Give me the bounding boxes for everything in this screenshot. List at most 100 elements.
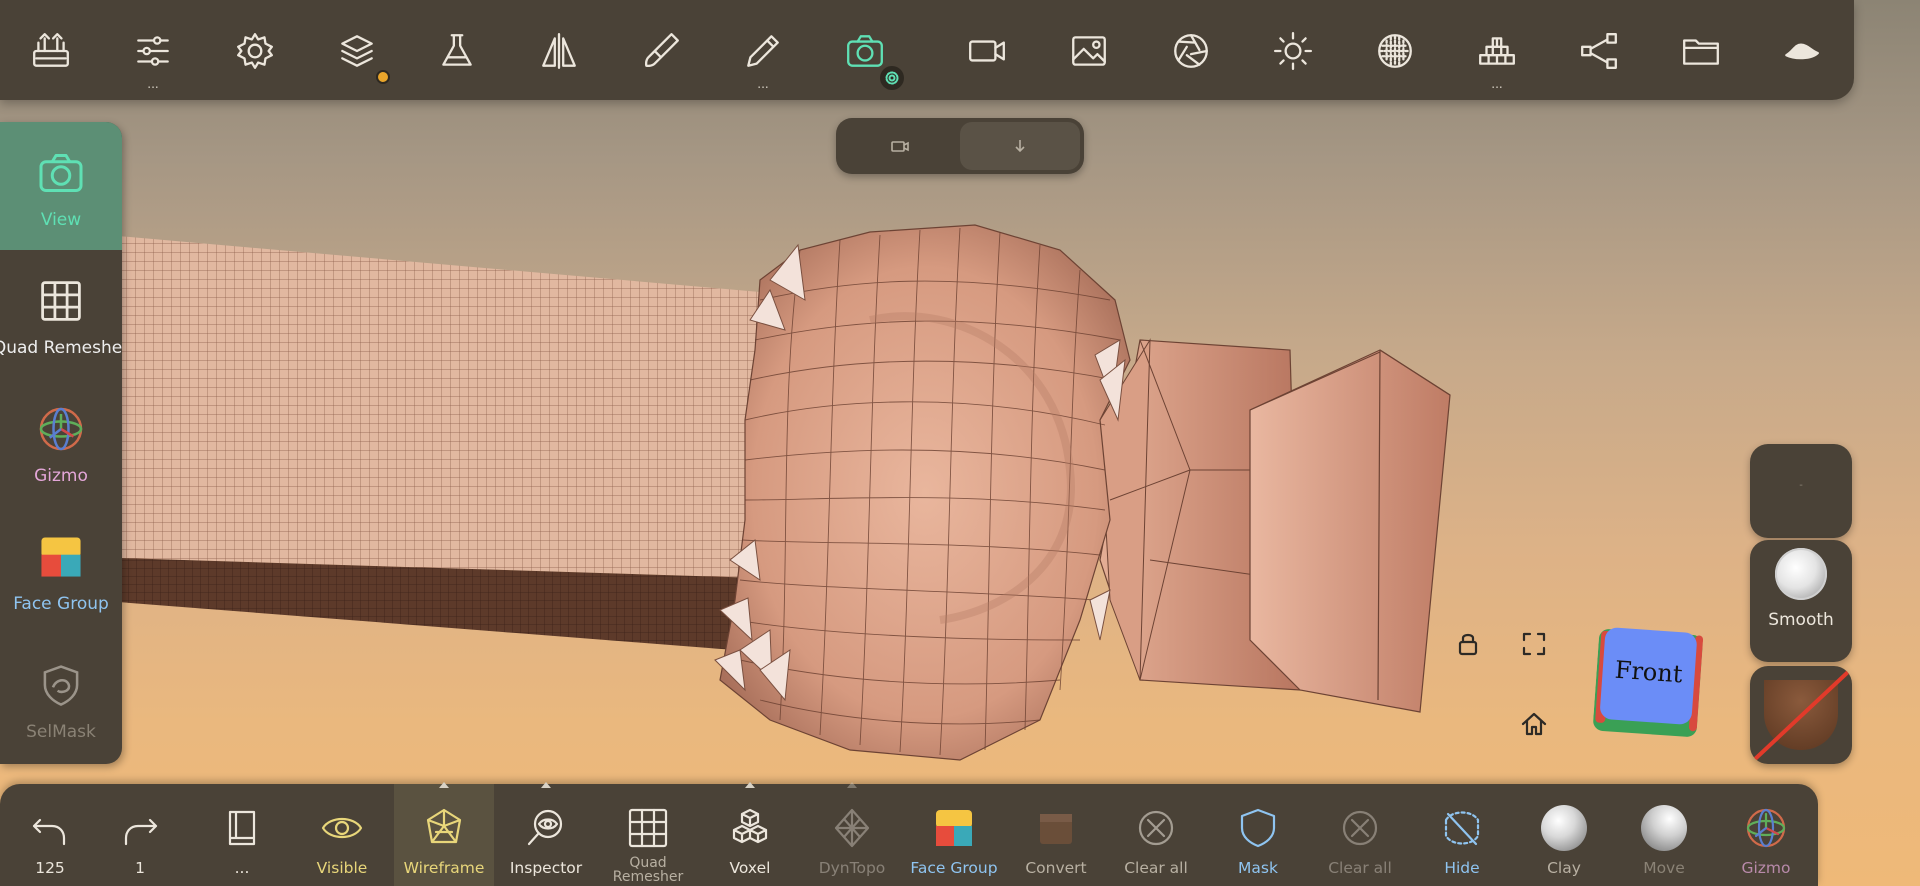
left-item-gizmo[interactable]: Gizmo	[0, 378, 122, 506]
clear-all-icon	[1132, 804, 1180, 852]
clay-button[interactable]: Clay	[1514, 784, 1614, 886]
hide-label: Hide	[1444, 859, 1480, 877]
hide-button[interactable]: Hide	[1412, 784, 1512, 886]
sun-icon[interactable]	[1268, 26, 1318, 76]
left-item-quad-remesher[interactable]: Quad Remesher	[0, 250, 122, 378]
left-item-face-group[interactable]: Face Group	[0, 506, 122, 634]
visible-label: Visible	[316, 859, 368, 877]
undo-icon	[26, 804, 74, 852]
lock-icon[interactable]	[1448, 624, 1488, 664]
blob-mesh	[714, 224, 1131, 761]
voxel-caret	[745, 782, 755, 788]
folder-icon[interactable]	[1676, 26, 1726, 76]
quad-remesher-button[interactable]: Quad Remesher	[598, 784, 698, 886]
inspector-caret	[541, 782, 551, 788]
video-icon[interactable]	[962, 26, 1012, 76]
gizmo-icon	[1742, 804, 1790, 852]
redo-button[interactable]: 1	[90, 784, 190, 886]
dyntopo-label: DynTopo	[818, 859, 886, 877]
bottom-toolbar: 125 1 ... Visible Wireframe Inspector Qu…	[0, 782, 1818, 886]
clear-all-icon	[1336, 804, 1384, 852]
layers-icon[interactable]	[332, 26, 390, 84]
left-item-view[interactable]: View	[0, 122, 122, 250]
pen-dots: ...	[757, 77, 769, 91]
bars-stack-icon[interactable]: ...	[1472, 26, 1522, 90]
clay-label: Clay	[1547, 859, 1581, 877]
face-group-icon	[34, 530, 88, 584]
sliders-dots: ...	[147, 77, 159, 91]
smooth-tool[interactable]: Smooth	[1750, 540, 1852, 662]
move-button[interactable]: Move	[1614, 784, 1714, 886]
hat-icon[interactable]	[1776, 26, 1826, 76]
prism-mesh	[1099, 338, 1451, 713]
pen-icon[interactable]: ...	[738, 26, 788, 90]
camera-icon[interactable]	[840, 26, 904, 90]
arrow-down-icon[interactable]	[960, 122, 1080, 170]
symmetry-icon[interactable]	[534, 26, 584, 76]
clear-all-facegroups-button[interactable]: Clear all	[1106, 784, 1206, 886]
history-label: ...	[234, 859, 250, 877]
wireframe-button[interactable]: Wireframe	[394, 782, 494, 886]
top-toolbar: ... ... ...	[0, 0, 1854, 100]
move-icon	[1640, 804, 1688, 852]
gizmo-label: Gizmo	[1741, 859, 1791, 877]
mask-button[interactable]: Mask	[1208, 784, 1308, 886]
gizmo-icon	[34, 402, 88, 456]
mask-label: Mask	[1238, 859, 1278, 877]
inspector-label: Inspector	[509, 859, 583, 877]
home-icon[interactable]	[1514, 704, 1554, 744]
gizmo-button[interactable]: Gizmo	[1716, 784, 1816, 886]
right-top-label: -	[1799, 480, 1803, 491]
inspector-button[interactable]: Inspector	[496, 782, 596, 886]
clay-icon	[1540, 804, 1588, 852]
face-group-label: Face Group	[910, 859, 998, 877]
orientation-cube[interactable]: Front	[1592, 625, 1704, 740]
aperture-icon[interactable]	[1166, 26, 1216, 76]
convert-button[interactable]: Convert	[1006, 784, 1106, 886]
toolbox-icon[interactable]	[26, 26, 76, 76]
clear-all-label: Clear all	[1124, 859, 1188, 877]
smooth-icon	[1775, 548, 1827, 600]
grid-icon	[624, 804, 672, 852]
matcap-icon[interactable]	[1370, 26, 1420, 76]
image-icon[interactable]	[1064, 26, 1114, 76]
visible-button[interactable]: Visible	[292, 784, 392, 886]
selmask-icon	[34, 658, 88, 712]
quad-remesher-label: Quad Remesher	[612, 855, 684, 885]
history-button[interactable]: ...	[192, 784, 292, 886]
left-item-label: Face Group	[13, 594, 109, 614]
brush-icon[interactable]	[636, 26, 686, 76]
move-label: Move	[1643, 859, 1685, 877]
voxel-button[interactable]: Voxel	[700, 782, 800, 886]
camera-sub-toolbar	[836, 118, 1084, 174]
face-group-icon	[930, 804, 978, 852]
smooth-label: Smooth	[1768, 610, 1834, 630]
hide-icon	[1438, 804, 1486, 852]
undo-button[interactable]: 125	[0, 784, 100, 886]
left-item-selmask[interactable]: SelMask	[0, 634, 122, 762]
fullscreen-icon[interactable]	[1514, 624, 1554, 664]
flask-icon[interactable]	[432, 26, 482, 76]
wireframe-icon	[420, 804, 468, 852]
right-top-slot[interactable]: -	[1750, 444, 1852, 538]
video-small-icon[interactable]	[840, 122, 960, 170]
shield-icon	[1234, 804, 1282, 852]
bars-stack-dots: ...	[1491, 77, 1503, 91]
dyntopo-icon	[828, 804, 876, 852]
voxel-label: Voxel	[729, 859, 771, 877]
share-nodes-icon[interactable]	[1574, 26, 1624, 76]
gear-icon[interactable]	[230, 26, 280, 76]
clear-all-label: Clear all	[1328, 859, 1392, 877]
camera-settings-gear-icon[interactable]	[880, 66, 904, 90]
dyntopo-button[interactable]: DynTopo	[802, 782, 902, 886]
left-item-label: SelMask	[26, 722, 96, 742]
book-icon	[218, 804, 266, 852]
voxel-icon	[726, 804, 774, 852]
face-group-button[interactable]: Face Group	[904, 784, 1004, 886]
material-swatch[interactable]	[1750, 666, 1852, 764]
dyntopo-caret	[847, 782, 857, 788]
clear-all-mask-button[interactable]: Clear all	[1310, 784, 1410, 886]
sliders-icon[interactable]: ...	[128, 26, 178, 90]
inspector-icon	[522, 804, 570, 852]
wireframe-label: Wireframe	[403, 859, 485, 877]
